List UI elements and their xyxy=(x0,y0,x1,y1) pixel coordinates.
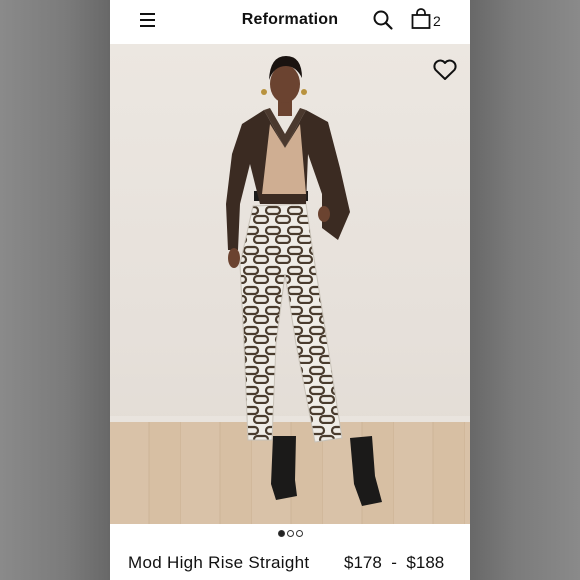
product-image[interactable] xyxy=(110,44,470,524)
search-icon[interactable] xyxy=(372,9,394,31)
price-range: $178 - $188 xyxy=(344,553,444,573)
price-high: $188 xyxy=(406,553,445,572)
background-right xyxy=(470,0,580,580)
carousel-dot[interactable] xyxy=(286,530,294,537)
heart-icon[interactable] xyxy=(432,58,458,82)
carousel-dot[interactable] xyxy=(277,530,285,537)
shopping-bag-icon xyxy=(411,8,431,29)
carousel-dot[interactable] xyxy=(295,530,303,537)
price-low: $178 xyxy=(344,553,382,572)
carousel-pagination xyxy=(110,530,470,537)
price-separator: - xyxy=(391,553,397,572)
product-name: Mod High Rise Straight xyxy=(128,553,310,572)
app-header: Reformation 2 xyxy=(110,0,470,44)
phone-screen: Reformation 2 Mod High Rise Straight $17… xyxy=(110,0,470,580)
bag-count-badge: 2 xyxy=(433,13,441,29)
background-left xyxy=(0,0,110,580)
model-figure xyxy=(226,56,382,506)
shopping-bag-button[interactable]: 2 xyxy=(411,8,451,32)
